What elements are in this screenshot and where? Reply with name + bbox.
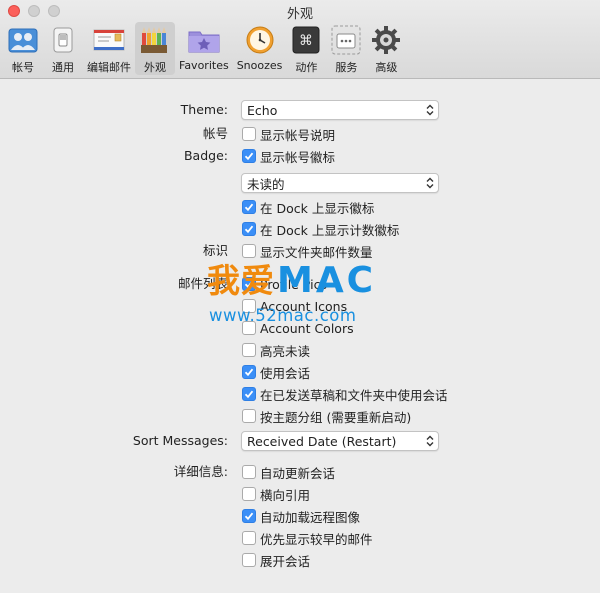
checkbox-box[interactable] bbox=[242, 222, 256, 236]
show-account-badge-checkbox[interactable]: 显示帐号徽标 bbox=[242, 146, 335, 166]
gear-icon bbox=[370, 25, 402, 55]
checkbox-box[interactable] bbox=[242, 531, 256, 545]
auto-update-threads-checkbox[interactable]: 自动更新会话 bbox=[242, 462, 335, 482]
checkbox-box[interactable] bbox=[242, 409, 256, 423]
auto-load-images-checkbox[interactable]: 自动加载远程图像 bbox=[242, 506, 360, 526]
preferences-toolbar: 外观 帐号 通用 编辑邮件 外观 Favorites Snoozes ⌘ 动作 … bbox=[0, 0, 600, 79]
tab-accounts[interactable]: 帐号 bbox=[3, 22, 43, 75]
accounts-icon bbox=[7, 25, 39, 55]
tab-favorites[interactable]: Favorites bbox=[175, 22, 233, 75]
threads-in-sent-checkbox[interactable]: 在已发送草稿和文件夹中使用会话 bbox=[242, 384, 448, 404]
colored-pencils-icon bbox=[139, 25, 171, 55]
horizontal-quote-checkbox[interactable]: 横向引用 bbox=[242, 484, 310, 504]
command-key-icon: ⌘ bbox=[290, 25, 322, 55]
message-list-label: 邮件列表 bbox=[177, 276, 228, 291]
favorites-folder-icon bbox=[188, 25, 220, 55]
group-by-subject-checkbox[interactable]: 按主题分组 (需要重新启动) bbox=[242, 406, 411, 426]
checkbox-box[interactable] bbox=[242, 343, 256, 357]
account-colors-checkbox[interactable]: Account Colors bbox=[242, 318, 354, 338]
highlight-unread-checkbox[interactable]: 高亮未读 bbox=[242, 340, 310, 360]
chevron-updown-icon bbox=[422, 104, 438, 116]
show-folder-count-checkbox[interactable]: 显示文件夹邮件数量 bbox=[242, 241, 373, 261]
use-threads-checkbox[interactable]: 使用会话 bbox=[242, 362, 310, 382]
badge-label: Badge: bbox=[183, 148, 228, 163]
checkbox-box[interactable] bbox=[242, 321, 256, 335]
checkbox-box[interactable] bbox=[242, 509, 256, 523]
details-label: 详细信息: bbox=[173, 464, 228, 479]
tab-services[interactable]: 服务 bbox=[326, 22, 366, 75]
earlier-first-checkbox[interactable]: 优先显示较早的邮件 bbox=[242, 528, 373, 548]
checkbox-box[interactable] bbox=[242, 465, 256, 479]
badge-type-select[interactable]: 未读的 bbox=[241, 173, 439, 193]
chevron-updown-icon bbox=[422, 435, 438, 447]
expand-threads-checkbox[interactable]: 展开会话 bbox=[242, 550, 310, 570]
profile-pics-checkbox[interactable]: Profile Pics bbox=[242, 274, 327, 294]
account-label: 帐号 bbox=[202, 126, 228, 141]
checkbox-box[interactable] bbox=[242, 299, 256, 313]
sort-messages-select[interactable]: Received Date (Restart) bbox=[241, 431, 439, 451]
sort-messages-label: Sort Messages: bbox=[132, 433, 228, 448]
dock-badge-checkbox[interactable]: 在 Dock 上显示徽标 bbox=[242, 197, 374, 217]
tab-appearance[interactable]: 外观 bbox=[135, 22, 175, 75]
envelope-icon bbox=[93, 25, 125, 55]
checkbox-box[interactable] bbox=[242, 127, 256, 141]
tab-snoozes[interactable]: Snoozes bbox=[233, 22, 287, 75]
tab-advanced[interactable]: 高级 bbox=[366, 22, 406, 75]
checkbox-box[interactable] bbox=[242, 387, 256, 401]
general-switch-icon bbox=[47, 25, 79, 55]
tab-actions[interactable]: ⌘ 动作 bbox=[286, 22, 326, 75]
window-title: 外观 bbox=[286, 7, 313, 22]
chevron-updown-icon bbox=[422, 177, 438, 189]
checkbox-box[interactable] bbox=[242, 553, 256, 567]
theme-select[interactable]: Echo bbox=[241, 100, 439, 120]
checkbox-box[interactable] bbox=[242, 149, 256, 163]
account-icons-checkbox[interactable]: Account Icons bbox=[242, 296, 347, 316]
theme-label: Theme: bbox=[180, 102, 228, 117]
checkbox-box[interactable] bbox=[242, 200, 256, 214]
flags-label: 标识 bbox=[202, 243, 228, 258]
services-icon bbox=[330, 25, 362, 55]
checkbox-box[interactable] bbox=[242, 244, 256, 258]
show-account-desc-checkbox[interactable]: 显示帐号说明 bbox=[242, 124, 335, 144]
tab-general[interactable]: 通用 bbox=[43, 22, 83, 75]
svg-text:⌘: ⌘ bbox=[299, 33, 313, 49]
snooze-clock-icon bbox=[244, 25, 276, 55]
checkbox-box[interactable] bbox=[242, 365, 256, 379]
dock-count-badge-checkbox[interactable]: 在 Dock 上显示计数徽标 bbox=[242, 219, 399, 239]
checkbox-box[interactable] bbox=[242, 277, 256, 291]
tab-compose[interactable]: 编辑邮件 bbox=[83, 22, 135, 75]
preferences-tabs: 帐号 通用 编辑邮件 外观 Favorites Snoozes ⌘ 动作 服务 … bbox=[3, 22, 406, 75]
checkbox-box[interactable] bbox=[242, 487, 256, 501]
